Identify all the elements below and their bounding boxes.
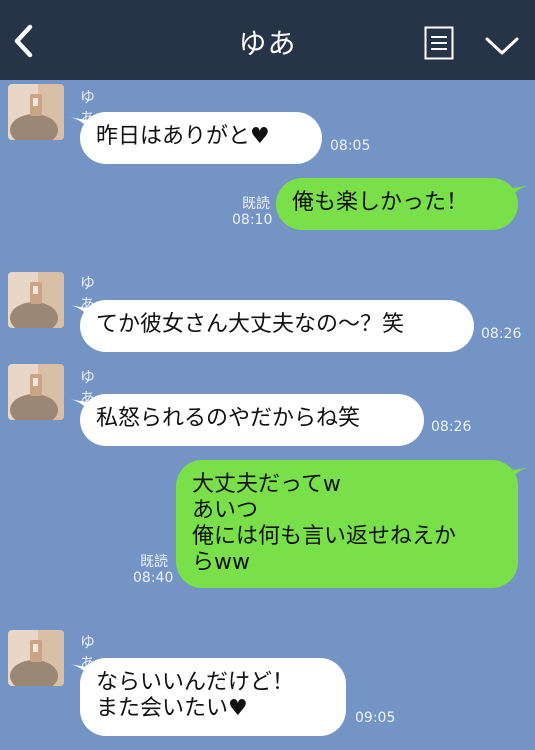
read-receipt: 既読 bbox=[140, 554, 168, 570]
chat-header: ゆあ bbox=[0, 0, 535, 80]
chevron-down-icon[interactable] bbox=[484, 34, 520, 58]
message-time: 08:26 bbox=[481, 326, 522, 342]
message-bubble: てか彼女さん大丈夫なの〜？笑 bbox=[80, 300, 474, 352]
message-time: 09:05 bbox=[355, 710, 396, 726]
avatar[interactable] bbox=[8, 364, 64, 420]
memo-list-icon[interactable] bbox=[424, 26, 454, 60]
message-bubble: 私怒られるのやだからね笑 bbox=[80, 394, 424, 446]
message-time: 08:40 bbox=[133, 570, 174, 586]
message-bubble: 大丈夫だってw あいつ 俺には何も言い返せねえか らww bbox=[176, 460, 518, 588]
message-time: 08:10 bbox=[232, 212, 273, 228]
chat-title: ゆあ bbox=[238, 27, 297, 60]
message-time: 08:05 bbox=[330, 138, 371, 154]
message-time: 08:26 bbox=[431, 419, 472, 435]
message-bubble: 俺も楽しかった！ bbox=[276, 178, 518, 230]
message-bubble: 昨日はありがと♥ bbox=[80, 112, 322, 164]
message-bubble: ならいいんだけど！ また会いたい♥ bbox=[80, 658, 346, 736]
read-receipt: 既読 bbox=[242, 196, 270, 212]
avatar[interactable] bbox=[8, 630, 64, 686]
avatar[interactable] bbox=[8, 272, 64, 328]
avatar[interactable] bbox=[8, 84, 64, 140]
